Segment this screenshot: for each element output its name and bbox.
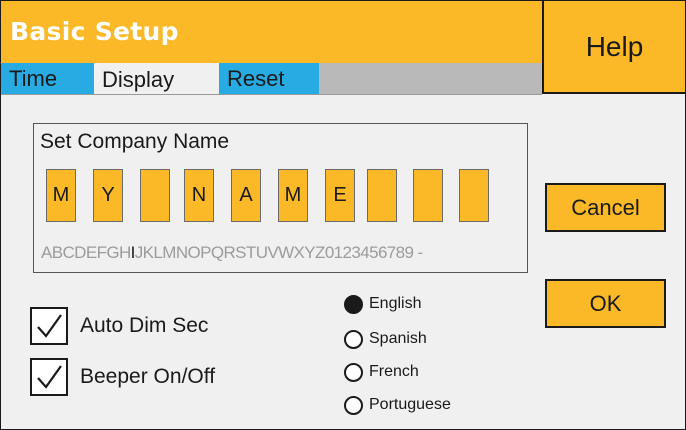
char-cell-10[interactable] [459, 169, 489, 222]
radio-unselected-icon[interactable] [344, 329, 363, 349]
tab-display[interactable]: Display [94, 63, 219, 97]
char-cell-4[interactable]: N [184, 169, 214, 222]
charset-after: JKLMNOPQRSTUVWXYZ0123456789 - [134, 243, 423, 262]
language-label-english: English [369, 295, 422, 312]
company-name-group: Set Company Name M Y N A M E ABCDEFGHIJK… [33, 123, 528, 273]
char-cell-8[interactable] [367, 169, 397, 222]
title-bar: Basic Setup [1, 1, 542, 63]
language-label-spanish: Spanish [369, 330, 427, 347]
cancel-button[interactable]: Cancel [545, 183, 666, 232]
checkmark-icon [37, 314, 62, 338]
tab-strip: Time Display Reset [1, 63, 542, 97]
tab-divider [1, 94, 542, 95]
language-radio-english[interactable]: English [344, 293, 421, 315]
language-label-portuguese: Portuguese [369, 396, 451, 413]
char-cell-2[interactable]: Y [93, 169, 123, 222]
auto-dim-option[interactable]: Auto Dim Sec [30, 307, 208, 345]
charset-before: ABCDEFGH [41, 243, 131, 262]
char-cell-6[interactable]: M [278, 169, 308, 222]
beeper-option[interactable]: Beeper On/Off [30, 358, 215, 396]
radio-selected-icon[interactable] [344, 294, 363, 314]
checkmark-icon [37, 365, 62, 389]
beeper-label: Beeper On/Off [80, 365, 216, 388]
char-cell-7[interactable]: E [325, 169, 355, 222]
language-radio-spanish[interactable]: Spanish [344, 328, 427, 350]
char-cell-5[interactable]: A [231, 169, 261, 222]
ok-button[interactable]: OK [545, 279, 666, 328]
basic-setup-window: Basic Setup Help Time Display Reset Set … [0, 0, 686, 430]
char-cell-9[interactable] [413, 169, 443, 222]
language-radio-portuguese[interactable]: Portuguese [344, 394, 451, 416]
auto-dim-label: Auto Dim Sec [80, 314, 209, 337]
tab-reset[interactable]: Reset [219, 63, 319, 94]
help-button[interactable]: Help [542, 1, 685, 94]
company-name-label: Set Company Name [40, 130, 230, 153]
radio-unselected-icon[interactable] [344, 362, 363, 382]
window-title: Basic Setup [10, 17, 179, 46]
radio-unselected-icon[interactable] [344, 395, 363, 415]
tab-time[interactable]: Time [1, 63, 94, 94]
beeper-checkbox[interactable] [30, 358, 68, 396]
char-cell-1[interactable]: M [46, 169, 76, 222]
char-cell-3[interactable] [140, 169, 170, 222]
auto-dim-checkbox[interactable] [30, 307, 68, 345]
character-selector[interactable]: ABCDEFGHIJKLMNOPQRSTUVWXYZ0123456789 - [41, 243, 423, 263]
language-radio-french[interactable]: French [344, 361, 419, 383]
language-label-french: French [369, 363, 419, 380]
